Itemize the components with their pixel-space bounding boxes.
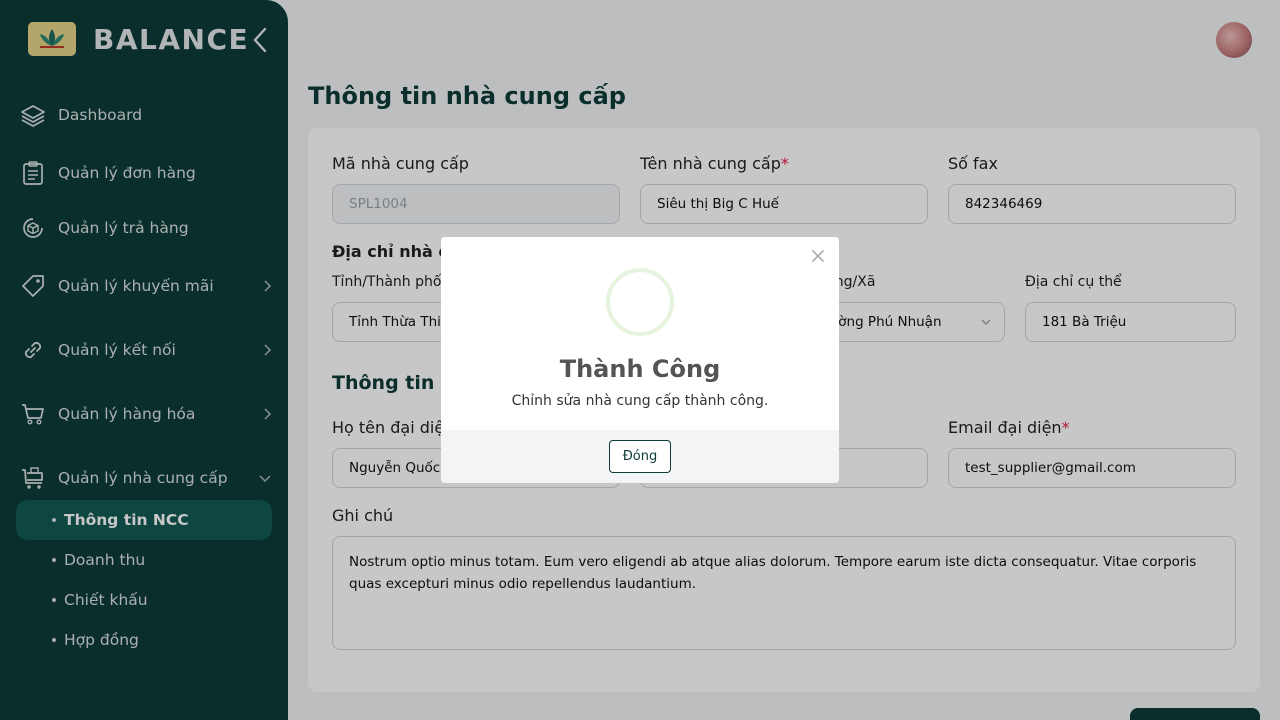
dialog-title: Thành Công: [559, 355, 721, 383]
close-dialog-button[interactable]: Đóng: [609, 440, 671, 473]
success-dialog: Thành Công Chỉnh sửa nhà cung cấp thành …: [441, 237, 839, 483]
success-icon: [606, 268, 674, 336]
dialog-message: Chỉnh sửa nhà cung cấp thành công.: [511, 393, 769, 409]
dialog-footer: Đóng: [441, 430, 839, 483]
close-icon[interactable]: [807, 245, 829, 267]
